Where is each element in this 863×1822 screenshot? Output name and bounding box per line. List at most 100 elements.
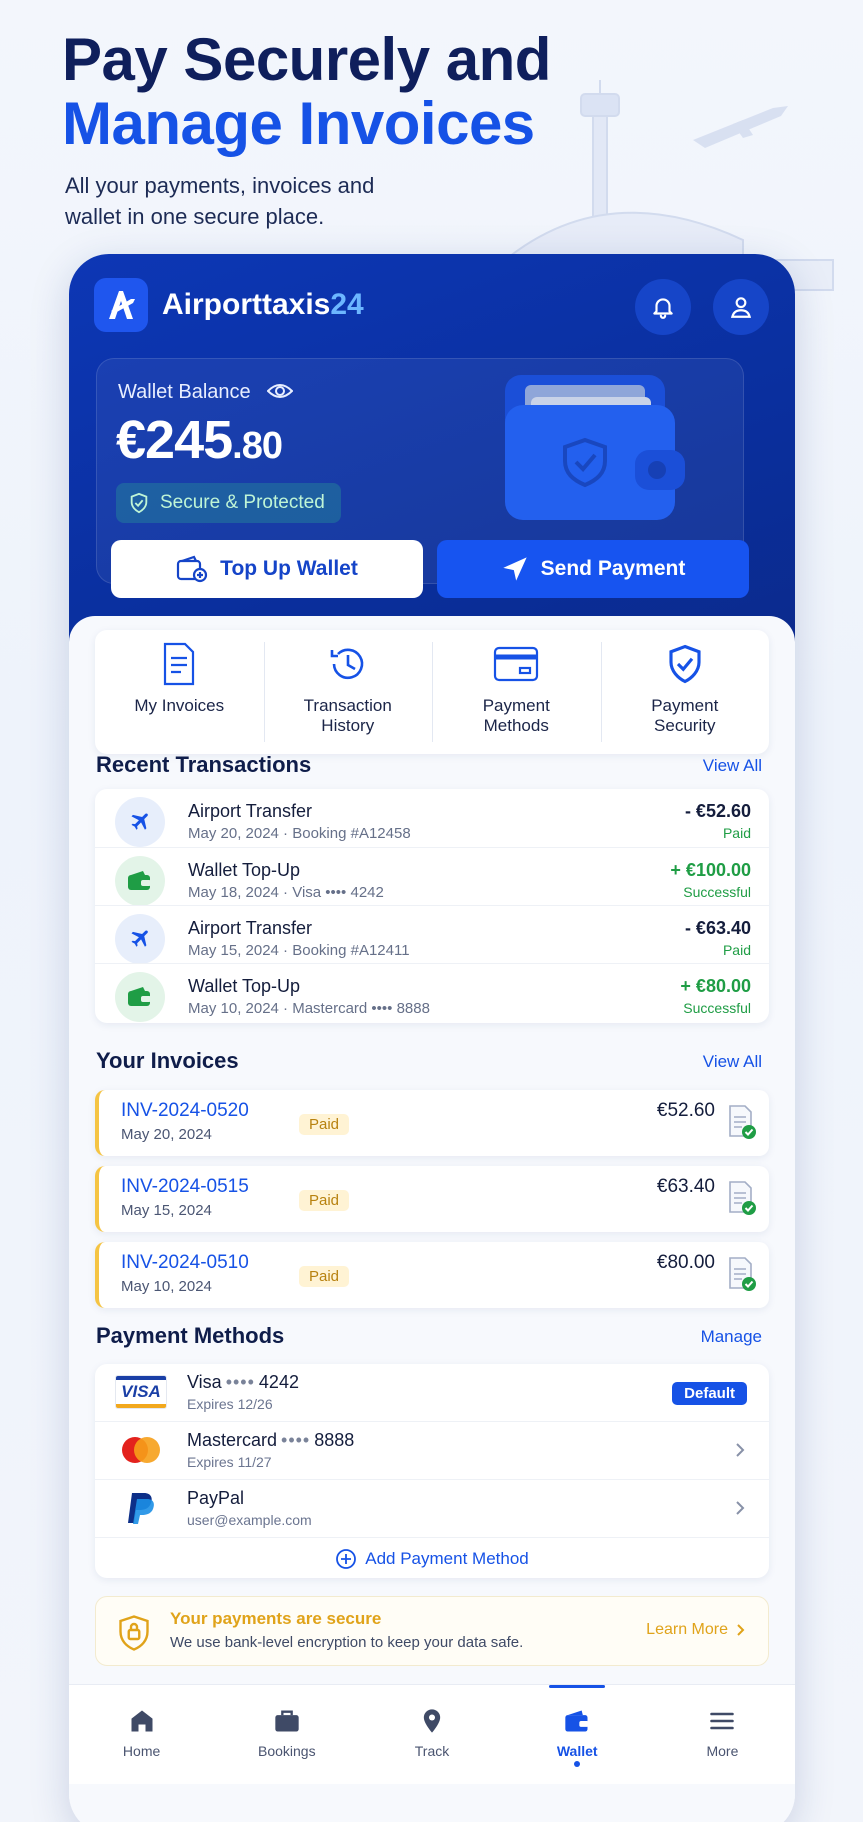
quick-action-label: My Invoices [134, 696, 225, 715]
nav-more[interactable]: More [650, 1685, 795, 1784]
transaction-row[interactable]: Wallet Top-Up May 18, 2024 · Visa •••• 4… [95, 847, 769, 906]
quick-action-label: Payment Methods [482, 696, 550, 735]
add-payment-method-button[interactable]: Add Payment Method [95, 1540, 769, 1578]
transaction-amount: + €80.00 [680, 976, 751, 996]
wallet-amount-main: €245 [116, 410, 233, 470]
add-payment-method-label: Add Payment Method [365, 1549, 529, 1568]
wallet-illustration [505, 375, 685, 520]
invoices-view-all-link[interactable]: View All [703, 1052, 762, 1072]
learn-more-label: Learn More [646, 1621, 728, 1638]
transaction-row[interactable]: Wallet Top-Up May 10, 2024 · Mastercard … [95, 963, 769, 1022]
invoice-document-icon[interactable] [727, 1104, 757, 1140]
wallet-balance-label: Wallet Balance [118, 381, 251, 403]
shield-lock-icon [119, 1615, 149, 1651]
eye-icon[interactable] [267, 381, 293, 401]
nav-label: Track [414, 1743, 450, 1759]
invoice-amount: €63.40 [656, 1176, 715, 1197]
payment-methods-title: Payment Methods [96, 1323, 285, 1348]
shield-check-icon [130, 492, 148, 514]
main-content: My Invoices Transaction History Payment … [69, 616, 795, 1822]
transaction-row[interactable]: Airport Transfer May 15, 2024 · Booking … [95, 905, 769, 964]
user-icon [730, 297, 752, 318]
nav-bookings[interactable]: Bookings [214, 1685, 359, 1784]
transaction-status: Successful [683, 1000, 751, 1016]
nav-label: Home [122, 1743, 161, 1759]
location-pin-icon [423, 1709, 441, 1733]
invoice-date: May 15, 2024 [121, 1202, 212, 1219]
quick-action-label: Payment Security [651, 696, 719, 735]
transactions-view-all-link[interactable]: View All [703, 756, 762, 776]
invoice-date: May 20, 2024 [121, 1126, 212, 1143]
invoice-row[interactable]: INV-2024-0515 May 15, 2024 Paid €63.40 [95, 1166, 769, 1232]
send-icon [502, 557, 527, 581]
payment-method-paypal[interactable]: PayPal user@example.com [95, 1480, 769, 1538]
airplane-icon [115, 914, 165, 964]
transaction-subtitle: May 15, 2024 · Booking #A12411 [188, 942, 410, 959]
quick-actions: My Invoices Transaction History Payment … [95, 630, 769, 754]
document-icon [164, 642, 195, 686]
brand: Airporttaxis24 [94, 278, 364, 332]
top-up-wallet-button[interactable]: Top Up Wallet [111, 540, 423, 598]
wallet-balance-amount: €245.80 [116, 409, 283, 471]
history-icon [330, 648, 364, 680]
secure-badge: Secure & Protected [116, 483, 341, 523]
invoice-status-badge: Paid [299, 1190, 350, 1211]
profile-button[interactable] [713, 279, 769, 335]
phone-frame: Airporttaxis24 Wallet Balance €245.80 Se… [69, 254, 795, 1822]
chevron-right-icon[interactable] [733, 1440, 747, 1460]
manage-payment-methods-link[interactable]: Manage [701, 1327, 762, 1347]
nav-track[interactable]: Track [359, 1685, 504, 1784]
payment-method-expiry: Expires 11/27 [187, 1454, 272, 1470]
security-note: Your payments are secure We use bank-lev… [95, 1596, 769, 1666]
transaction-title: Wallet Top-Up [188, 976, 301, 996]
invoice-amount: €52.60 [656, 1100, 715, 1121]
nav-wallet[interactable]: Wallet [505, 1685, 650, 1784]
quick-action-payment-security[interactable]: Payment Security [600, 630, 770, 754]
security-note-description: We use bank-level encryption to keep you… [170, 1634, 524, 1651]
default-badge: Default [672, 1382, 747, 1405]
payment-method-expiry: Expires 12/26 [187, 1396, 273, 1412]
payment-method-mastercard[interactable]: Mastercard •••• 8888 Expires 11/27 [95, 1422, 769, 1480]
security-note-title: Your payments are secure [170, 1609, 382, 1628]
menu-icon [710, 1712, 735, 1730]
quick-action-label: Transaction History [303, 696, 392, 735]
invoice-id: INV-2024-0510 [121, 1252, 249, 1273]
transaction-title: Wallet Top-Up [188, 860, 301, 880]
learn-more-link[interactable]: Learn More [646, 1621, 746, 1639]
invoice-document-icon[interactable] [727, 1256, 757, 1292]
invoice-row[interactable]: INV-2024-0510 May 10, 2024 Paid €80.00 [95, 1242, 769, 1308]
payment-method-email: user@example.com [187, 1512, 312, 1528]
notifications-button[interactable] [635, 279, 691, 335]
send-payment-label: Send Payment [540, 557, 686, 580]
transaction-subtitle: May 18, 2024 · Visa •••• 4242 [188, 884, 384, 901]
send-payment-button[interactable]: Send Payment [437, 540, 749, 598]
invoice-document-icon[interactable] [727, 1180, 757, 1216]
transaction-subtitle: May 20, 2024 · Booking #A12458 [188, 825, 411, 842]
payment-methods-list: VISA Visa •••• 4242 Expires 12/26 Default … [95, 1364, 769, 1578]
invoice-row[interactable]: INV-2024-0520 May 20, 2024 Paid €52.60 [95, 1090, 769, 1156]
mastercard-logo-icon [115, 1432, 167, 1468]
brand-name-number: 24 [330, 288, 364, 321]
quick-action-transaction-history[interactable]: Transaction History [263, 630, 433, 754]
chevron-right-icon[interactable] [733, 1498, 747, 1518]
card-icon [494, 646, 539, 682]
shield-check-icon [669, 644, 701, 684]
wallet-icon [565, 1710, 589, 1732]
transaction-title: Airport Transfer [188, 918, 313, 938]
paypal-logo-icon [115, 1490, 167, 1526]
quick-action-payment-methods[interactable]: Payment Methods [432, 630, 601, 754]
nav-label: More [706, 1743, 739, 1759]
wallet-add-icon [177, 555, 208, 583]
payment-method-name: PayPal [187, 1488, 245, 1508]
wallet-icon [115, 972, 165, 1022]
visa-logo-icon: VISA [115, 1374, 167, 1410]
transactions-list: Airport Transfer May 20, 2024 · Booking … [95, 789, 769, 1023]
nav-label: Bookings [258, 1743, 316, 1759]
payment-method-visa[interactable]: VISA Visa •••• 4242 Expires 12/26 Default [95, 1364, 769, 1422]
invoice-date: May 10, 2024 [121, 1278, 212, 1295]
airplane-icon [115, 797, 165, 847]
nav-home[interactable]: Home [69, 1685, 214, 1784]
wallet-amount-cents: .80 [232, 425, 283, 467]
quick-action-my-invoices[interactable]: My Invoices [95, 630, 264, 754]
transaction-row[interactable]: Airport Transfer May 20, 2024 · Booking … [95, 789, 769, 847]
